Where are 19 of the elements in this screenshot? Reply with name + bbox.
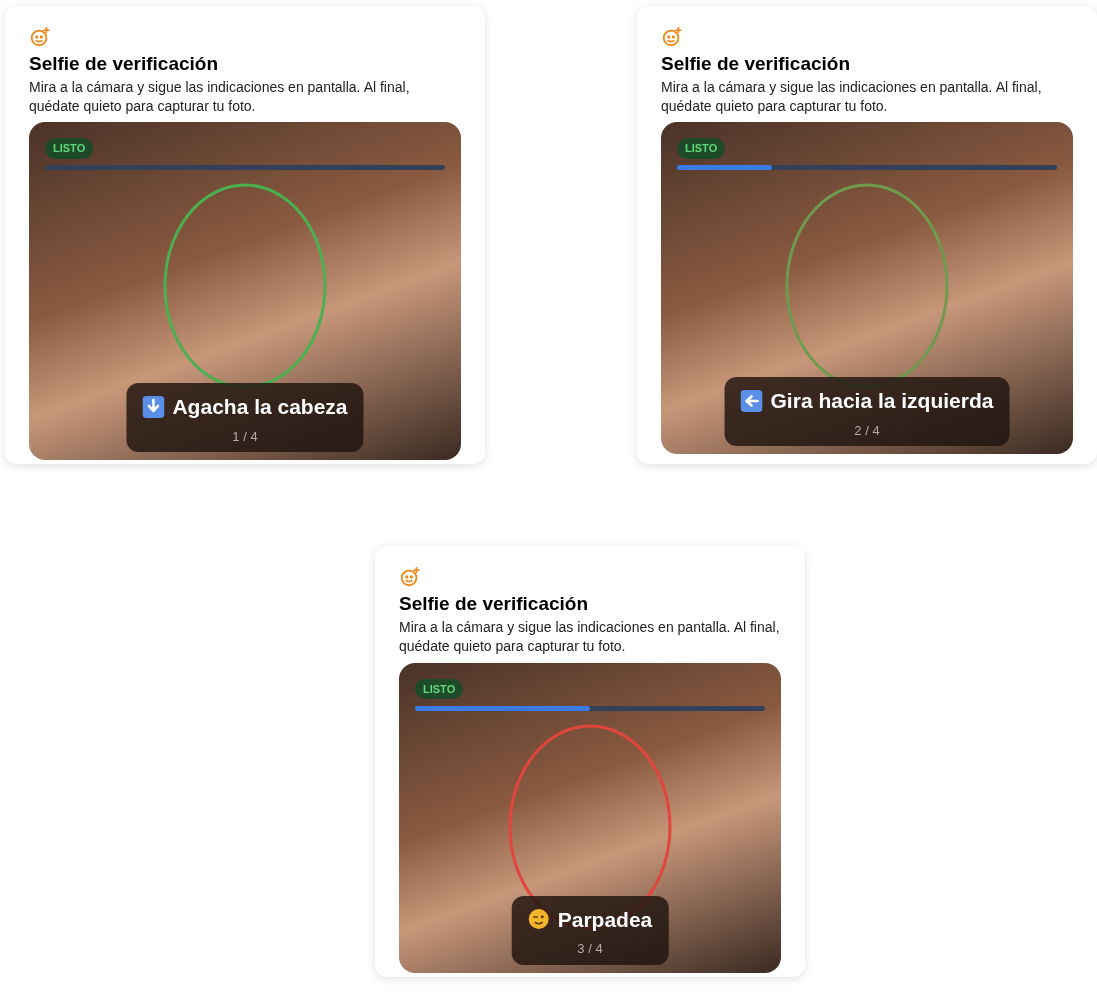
step-counter: 1 / 4 — [232, 427, 258, 446]
face-sparkle-icon — [399, 566, 421, 589]
card-title: Selfie de verificación — [399, 592, 590, 616]
card-title: Selfie de verificación — [29, 52, 220, 76]
step-counter: 3 / 4 — [577, 940, 603, 958]
card-description: Mira a la cámara y sigue las indicaciones en pantalla. Al final, quédate quieto para capturar tu foto. — [29, 77, 411, 116]
winking-face-icon — [527, 908, 550, 931]
card-description: Mira a la cámara y sigue las indicaciones en pantalla. Al final, quédate quieto para capturar tu foto. — [399, 618, 781, 657]
card-description: Mira a la cámara y sigue las indicaciones en pantalla. Al final, quédate quieto para capturar tu foto. — [661, 77, 1043, 116]
status-badge: LISTO — [45, 138, 94, 159]
status-badge: LISTO — [677, 138, 726, 159]
face-sparkle-icon — [661, 26, 683, 48]
instruction-text: Gira hacia la izquierda — [770, 388, 994, 415]
instruction-text: Parpadea — [557, 906, 653, 933]
instruction-text: Agacha la cabeza — [172, 394, 348, 421]
face-sparkle-icon — [29, 26, 51, 48]
card-title: Selfie de verificación — [661, 52, 852, 76]
step-counter: 2 / 4 — [854, 421, 880, 440]
status-badge: LISTO — [415, 678, 464, 699]
